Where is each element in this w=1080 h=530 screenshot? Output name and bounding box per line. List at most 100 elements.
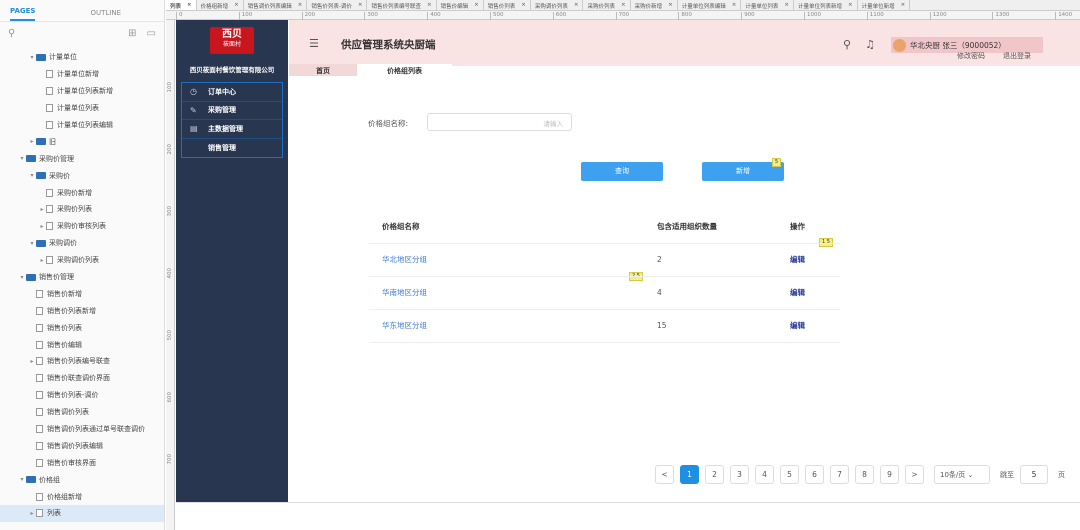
edit-link[interactable]: 编辑 <box>777 243 840 277</box>
prev-page-button[interactable]: < <box>655 465 674 484</box>
tree-item[interactable]: 采购价新增 <box>0 184 164 201</box>
query-button[interactable]: 查询 <box>581 162 663 181</box>
page-number-button[interactable]: 6 <box>805 465 824 484</box>
tab-pages[interactable]: PAGES <box>10 7 36 21</box>
tree-item[interactable]: ▾ 采购价 <box>0 167 164 184</box>
page-number-button[interactable]: 9 <box>880 465 899 484</box>
menu-item[interactable]: ▤ 主数据管理 <box>182 120 282 139</box>
close-icon[interactable]: × <box>187 2 192 8</box>
tree-item[interactable]: ▸ 列表 <box>0 505 164 522</box>
search-icon[interactable]: ⚲ <box>843 38 851 51</box>
tree-item[interactable]: 计量单位新增 <box>0 66 164 83</box>
close-icon[interactable]: × <box>732 2 737 8</box>
chevron-down-icon[interactable]: ▾ <box>18 476 26 483</box>
price-group-name-link[interactable]: 华北地区分组 <box>369 243 644 277</box>
tree-item[interactable]: ▸ 采购调价列表 <box>0 252 164 269</box>
chevron-right-icon[interactable]: ▸ <box>38 206 46 213</box>
tree-item[interactable]: 销售价编辑 <box>0 336 164 353</box>
close-icon[interactable]: × <box>901 2 906 8</box>
page-number-button[interactable]: 2 <box>705 465 724 484</box>
page-tab[interactable]: 销售价列表-调价 × <box>307 0 368 10</box>
tree-item[interactable]: 销售价审核界面 <box>0 454 164 471</box>
change-password-link[interactable]: 修改密码 <box>957 51 985 61</box>
page-number-button[interactable]: 1 <box>680 465 699 484</box>
page-tab[interactable]: 销售调价列表编辑 × <box>244 0 308 10</box>
price-group-name-link[interactable]: 华南地区分组 <box>369 276 644 310</box>
menu-toggle-icon[interactable]: ☰ <box>309 37 319 50</box>
tree-item[interactable]: 计量单位列表编辑 <box>0 117 164 134</box>
jump-page-input[interactable]: 5 <box>1020 465 1048 484</box>
close-icon[interactable]: × <box>474 2 479 8</box>
tree-item[interactable]: ▸ 旧 <box>0 133 164 150</box>
tree-item[interactable]: 销售调价列表编辑 <box>0 437 164 454</box>
tree-item[interactable]: 计量单位列表新增 <box>0 83 164 100</box>
close-icon[interactable]: × <box>621 2 626 8</box>
tree-item[interactable]: ▾ 价格组 <box>0 471 164 488</box>
page-number-button[interactable]: 7 <box>830 465 849 484</box>
tree-item[interactable]: 销售价新增 <box>0 285 164 302</box>
chevron-down-icon[interactable]: ▾ <box>28 240 36 247</box>
tree-item[interactable]: ▾ 采购价管理 <box>0 150 164 167</box>
chevron-right-icon[interactable]: ▸ <box>28 510 36 517</box>
page-tab[interactable]: 列表 × <box>166 0 197 10</box>
page-tab[interactable]: 价格组新增 × <box>197 0 244 10</box>
tree-item[interactable]: ▸ 采购价审核列表 <box>0 218 164 235</box>
tree-item[interactable]: 销售价联查调价界面 <box>0 370 164 387</box>
price-group-name-link[interactable]: 华东地区分组 <box>369 309 644 343</box>
logout-link[interactable]: 退出登录 <box>1003 51 1031 61</box>
page-number-button[interactable]: 3 <box>730 465 749 484</box>
tree-item[interactable]: 计量单位列表 <box>0 100 164 117</box>
tree-item[interactable]: 销售调价列表通过单号联查调价 <box>0 421 164 438</box>
add-folder-icon[interactable]: ▭ <box>147 28 156 39</box>
chevron-down-icon[interactable]: ▾ <box>18 155 26 162</box>
page-tab[interactable]: 采购调价列表 × <box>531 0 584 10</box>
edit-link[interactable]: 编辑 <box>777 276 840 310</box>
close-icon[interactable]: × <box>784 2 789 8</box>
tree-item[interactable]: 销售价列表新增 <box>0 302 164 319</box>
tree-item[interactable]: ▾ 采购调价 <box>0 235 164 252</box>
tab-home[interactable]: 首页 <box>289 64 357 76</box>
tree-item[interactable]: 价格组新增 <box>0 488 164 505</box>
page-tab[interactable]: 计量单位列表 × <box>741 0 794 10</box>
chevron-right-icon[interactable]: ▸ <box>38 223 46 230</box>
page-tab[interactable]: 计量单位新增 × <box>858 0 911 10</box>
chevron-down-icon[interactable]: ▾ <box>18 274 26 281</box>
page-tab[interactable]: 采购价列表 × <box>583 0 631 10</box>
tree-item[interactable]: ▾ 销售价管理 <box>0 269 164 286</box>
search-icon[interactable]: ⚲ <box>8 28 15 39</box>
chevron-right-icon[interactable]: ▸ <box>28 138 36 145</box>
chevron-right-icon[interactable]: ▸ <box>28 358 36 365</box>
next-page-button[interactable]: > <box>905 465 924 484</box>
page-tab[interactable]: 销售价编辑 × <box>437 0 484 10</box>
page-tab[interactable]: 销售价列表编号联查 × <box>367 0 437 10</box>
page-size-select[interactable]: 10条/页 ⌄ <box>934 465 990 484</box>
page-number-button[interactable]: 4 <box>755 465 774 484</box>
page-tab[interactable]: 计量单位列表编辑 × <box>678 0 742 10</box>
tree-item[interactable]: 销售价列表-调价 <box>0 387 164 404</box>
tree-item[interactable]: ▸ 销售价列表编号联查 <box>0 353 164 370</box>
close-icon[interactable]: × <box>234 2 239 8</box>
tab-price-group-list[interactable]: 价格组列表 <box>357 64 452 76</box>
tree-item[interactable]: 销售价列表 <box>0 319 164 336</box>
chevron-down-icon[interactable]: ▾ <box>28 54 36 61</box>
price-group-name-input[interactable]: 请输入 <box>427 113 572 131</box>
close-icon[interactable]: × <box>574 2 579 8</box>
tree-item[interactable]: 销售调价列表 <box>0 404 164 421</box>
page-tab[interactable]: 计量单位列表新增 × <box>794 0 858 10</box>
close-icon[interactable]: × <box>668 2 673 8</box>
close-icon[interactable]: × <box>358 2 363 8</box>
menu-item[interactable]: ◷ 订单中心 <box>182 83 282 102</box>
close-icon[interactable]: × <box>298 2 303 8</box>
chevron-down-icon[interactable]: ▾ <box>28 172 36 179</box>
close-icon[interactable]: × <box>427 2 432 8</box>
page-number-button[interactable]: 8 <box>855 465 874 484</box>
page-number-button[interactable]: 5 <box>780 465 799 484</box>
page-tab[interactable]: 销售价列表 × <box>484 0 531 10</box>
menu-item[interactable]: ✎ 采购管理 <box>182 102 282 120</box>
edit-link[interactable]: 编辑 <box>777 309 840 343</box>
page-tab[interactable]: 采购价新增 × <box>631 0 678 10</box>
tree-item[interactable]: ▾ 计量单位 <box>0 49 164 66</box>
close-icon[interactable]: × <box>848 2 853 8</box>
tree-item[interactable]: ▸ 采购价列表 <box>0 201 164 218</box>
close-icon[interactable]: × <box>521 2 526 8</box>
